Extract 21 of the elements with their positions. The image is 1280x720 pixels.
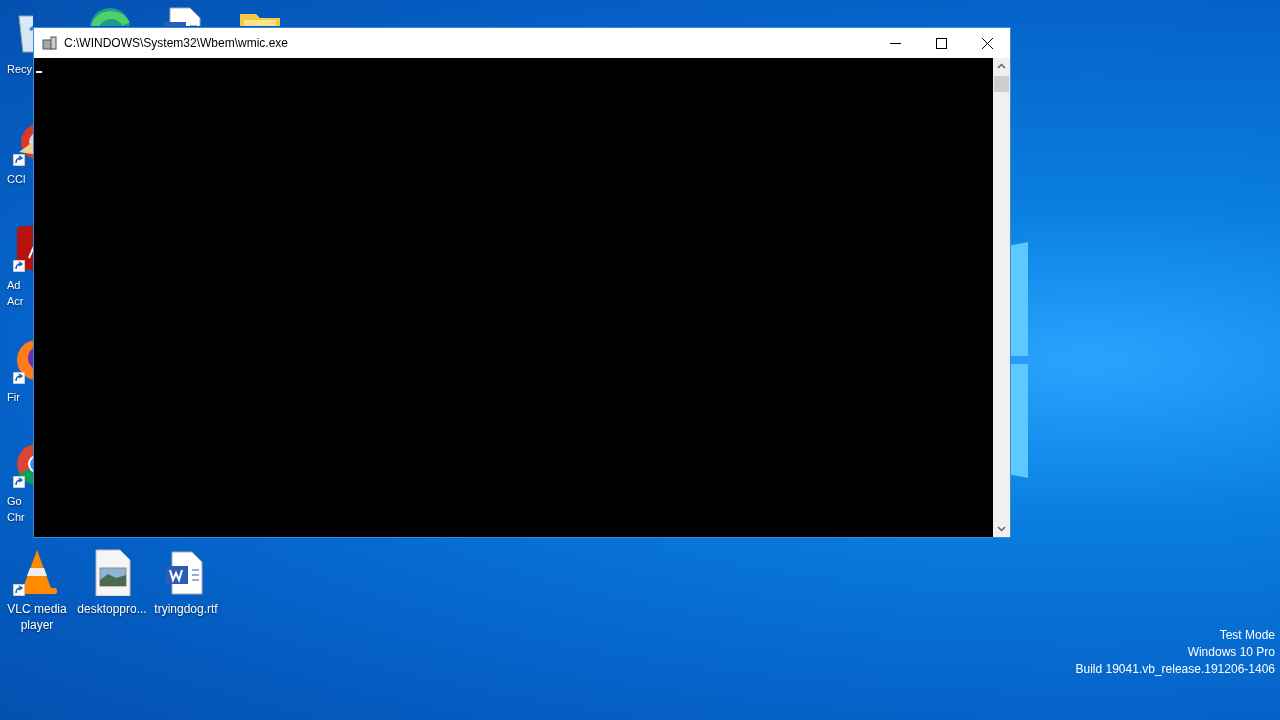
icon-label: tryingdog.rtf [154, 601, 218, 617]
close-icon [981, 37, 993, 49]
icon-label: Go [7, 494, 22, 509]
app-icon [42, 35, 58, 51]
icon-label: Ad [7, 278, 21, 293]
icon-label: CCl [7, 172, 26, 187]
icon-label: player [20, 617, 54, 633]
icon-label: VLC media [7, 601, 67, 617]
window-title: C:\WINDOWS\System32\Wbem\wmic.exe [64, 36, 290, 50]
system-info-text: Windows 10 Pro [1187, 644, 1275, 661]
system-info-text: Build 19041.vb_release.191206-1406 [1075, 661, 1275, 678]
text-cursor [36, 71, 42, 73]
icon-label: Acr [7, 294, 24, 309]
desktop-icon[interactable] [13, 224, 33, 272]
icon-label: Fir [7, 390, 20, 405]
icon-label: desktoppro... [77, 601, 147, 617]
icon-label: Recy [7, 62, 33, 77]
icon-label: Chr [7, 510, 25, 525]
maximize-icon [935, 37, 947, 49]
system-info-text: Test Mode [1219, 627, 1275, 644]
scroll-thumb[interactable] [994, 76, 1009, 92]
